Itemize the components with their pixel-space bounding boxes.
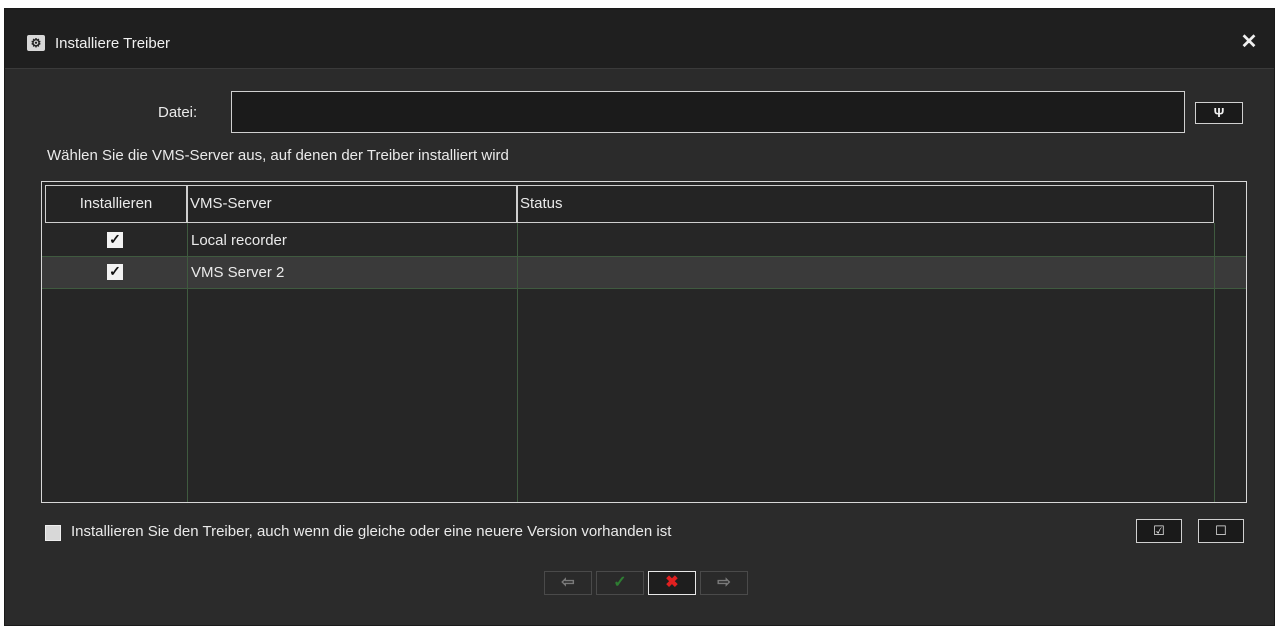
column-divider xyxy=(517,223,518,502)
select-none-button[interactable]: ☐ xyxy=(1198,519,1244,543)
gears-icon: ⚙ xyxy=(27,35,45,51)
title-bar: ⚙ Installiere Treiber ✕ xyxy=(5,9,1274,69)
force-install-label: Installieren Sie den Treiber, auch wenn … xyxy=(71,523,672,540)
select-all-button[interactable]: ☑ xyxy=(1136,519,1182,543)
column-divider xyxy=(1214,223,1215,502)
column-header-status[interactable]: Status xyxy=(517,185,1214,223)
wrench-icon: Ψ xyxy=(1213,105,1225,120)
column-header-install[interactable]: Installieren xyxy=(45,185,187,223)
arrow-right-icon: ⇨ xyxy=(717,574,731,591)
server-name: VMS Server 2 xyxy=(191,264,285,281)
arrow-left-icon: ⇦ xyxy=(561,574,575,591)
install-checkbox[interactable]: ✓ xyxy=(107,264,123,280)
file-path-input[interactable] xyxy=(231,91,1185,133)
empty-box-icon: ☐ xyxy=(1215,523,1227,538)
dialog-title: Installiere Treiber xyxy=(55,35,171,52)
checked-box-icon: ☑ xyxy=(1153,523,1165,538)
column-divider xyxy=(187,223,188,502)
table-row[interactable]: ✓ VMS Server 2 xyxy=(42,257,1246,289)
checkmark-icon: ✓ xyxy=(613,574,627,591)
force-install-checkbox[interactable] xyxy=(45,525,61,541)
close-icon[interactable]: ✕ xyxy=(1238,31,1260,53)
cross-icon: ✖ xyxy=(665,574,679,591)
next-button[interactable]: ⇨ xyxy=(700,571,748,595)
server-selection-hint: Wählen Sie die VMS-Server aus, auf denen… xyxy=(47,147,509,164)
ok-button[interactable]: ✓ xyxy=(596,571,644,595)
column-header-vms-server[interactable]: VMS-Server xyxy=(187,185,517,223)
table-row[interactable]: ✓ Local recorder xyxy=(42,225,1246,257)
cancel-button[interactable]: ✖ xyxy=(648,571,696,595)
back-button[interactable]: ⇦ xyxy=(544,571,592,595)
file-label: Datei: xyxy=(158,104,198,121)
install-checkbox[interactable]: ✓ xyxy=(107,232,123,248)
install-driver-dialog: ⚙ Installiere Treiber ✕ Datei: Ψ Wählen … xyxy=(4,8,1275,626)
server-name: Local recorder xyxy=(191,232,287,249)
server-table: Installieren VMS-Server Status ✓ Local r… xyxy=(41,181,1247,503)
browse-button[interactable]: Ψ xyxy=(1195,102,1243,124)
